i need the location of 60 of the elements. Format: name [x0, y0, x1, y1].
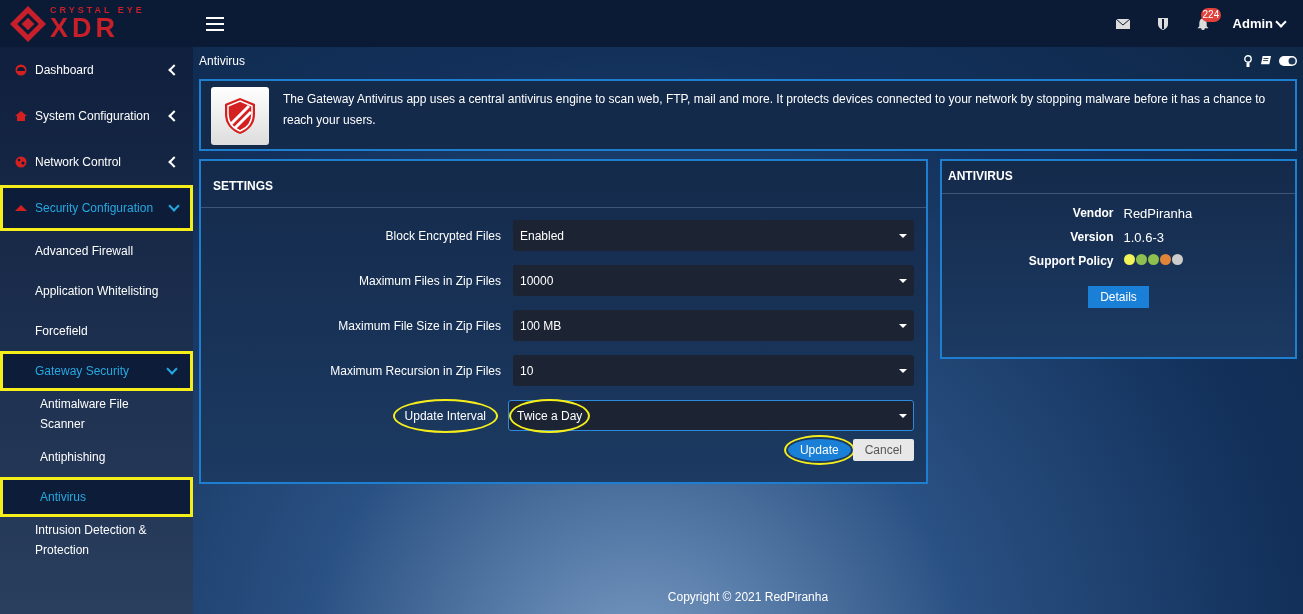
description-text: The Gateway Antivirus app uses a central antivirus engine to scan web, FTP, mail and more. It protects devices connected to your network by stopping malware before it has a chance to reach your users. — [283, 91, 1267, 129]
info-label: Vendor — [1071, 206, 1114, 221]
triangle-icon — [15, 202, 27, 214]
sidebar-label: System Configuration — [35, 108, 151, 125]
field-label: Maximum Recursion in Zip Files — [329, 362, 502, 380]
sidebar-label: Security Configuration — [35, 200, 155, 217]
gauge-icon — [15, 64, 27, 76]
sidebar-label: Intrusion Detection & Protection — [35, 522, 148, 559]
logo-drawing: CRYSTAL EYE XDR — [0, 1, 170, 46]
info-label: Version — [1069, 230, 1114, 245]
sidebar-item[interactable]: Forcefield — [0, 311, 193, 351]
house-icon — [15, 110, 27, 122]
info-label: Support Policy — [1027, 254, 1114, 268]
sidebar-item[interactable]: Antimalware File Scanner — [0, 391, 193, 437]
sidebar-label: Dashboard — [35, 62, 95, 79]
sidebar-label: Antivirus — [40, 489, 87, 506]
sidebar-label: Forcefield — [35, 323, 89, 340]
details-button[interactable]: Details — [1088, 286, 1149, 308]
notification-badge: 224 — [1200, 7, 1222, 22]
sidebar-item[interactable]: Antiphishing — [0, 437, 193, 477]
lightbulb-icon[interactable] — [1243, 55, 1253, 67]
panel-title: ANTIVIRUS — [942, 161, 1295, 194]
field-label: Block Encrypted Files — [384, 227, 502, 245]
sidebar-label: Network Control — [35, 154, 123, 171]
sidebar-label: Application Whitelisting — [35, 283, 160, 300]
sidebar-label: Antiphishing — [40, 449, 107, 466]
sidebar-item[interactable]: Dashboard — [0, 47, 193, 93]
user-menu[interactable]: Admin — [1232, 16, 1285, 31]
book-icon[interactable] — [1261, 55, 1271, 67]
menu-icon[interactable] — [206, 16, 224, 31]
shield-icon — [225, 98, 255, 134]
info-value: RedPiranha — [1123, 206, 1194, 221]
info-value: 1.0.6-3 — [1123, 230, 1165, 245]
dropdown[interactable]: 100 MB — [513, 310, 914, 341]
shield-icon[interactable] — [1155, 17, 1170, 30]
sidebar-item[interactable]: Antivirus — [0, 477, 193, 517]
sidebar-item[interactable]: Network Control — [0, 139, 193, 185]
sidebar-label: Antimalware File Scanner — [40, 396, 130, 433]
copyright-text: Copyright © 2021 RedPiranha — [666, 590, 830, 606]
sidebar-item[interactable]: System Configuration — [0, 93, 193, 139]
dropdown[interactable]: 10000 — [513, 265, 914, 296]
sidebar-item[interactable]: Advanced Firewall — [0, 231, 193, 271]
sidebar-item[interactable]: Application Whitelisting — [0, 271, 193, 311]
sidebar-item[interactable]: Intrusion Detection & Protection — [0, 517, 193, 563]
globe-icon — [15, 156, 27, 168]
sidebar-label: Advanced Firewall — [35, 243, 135, 260]
sidebar-item[interactable]: Gateway Security — [0, 351, 193, 391]
envelope-icon[interactable] — [1115, 17, 1130, 30]
sidebar-label: Gateway Security — [35, 363, 131, 380]
cancel-button[interactable]: Cancel — [852, 439, 914, 461]
field-label: Maximum File Size in Zip Files — [337, 317, 502, 335]
field-label: Maximum Files in Zip Files — [357, 272, 502, 290]
toggle-icon[interactable] — [1279, 56, 1297, 66]
page-title: Antivirus — [199, 54, 246, 68]
dropdown[interactable]: Twice a Day — [508, 400, 914, 431]
sidebar-item[interactable]: Security Configuration — [0, 185, 193, 231]
field-label: Update Interval — [392, 398, 498, 433]
dropdown[interactable]: Enabled — [513, 220, 914, 251]
dropdown[interactable]: 10 — [513, 355, 914, 386]
panel-title: SETTINGS — [201, 161, 926, 208]
